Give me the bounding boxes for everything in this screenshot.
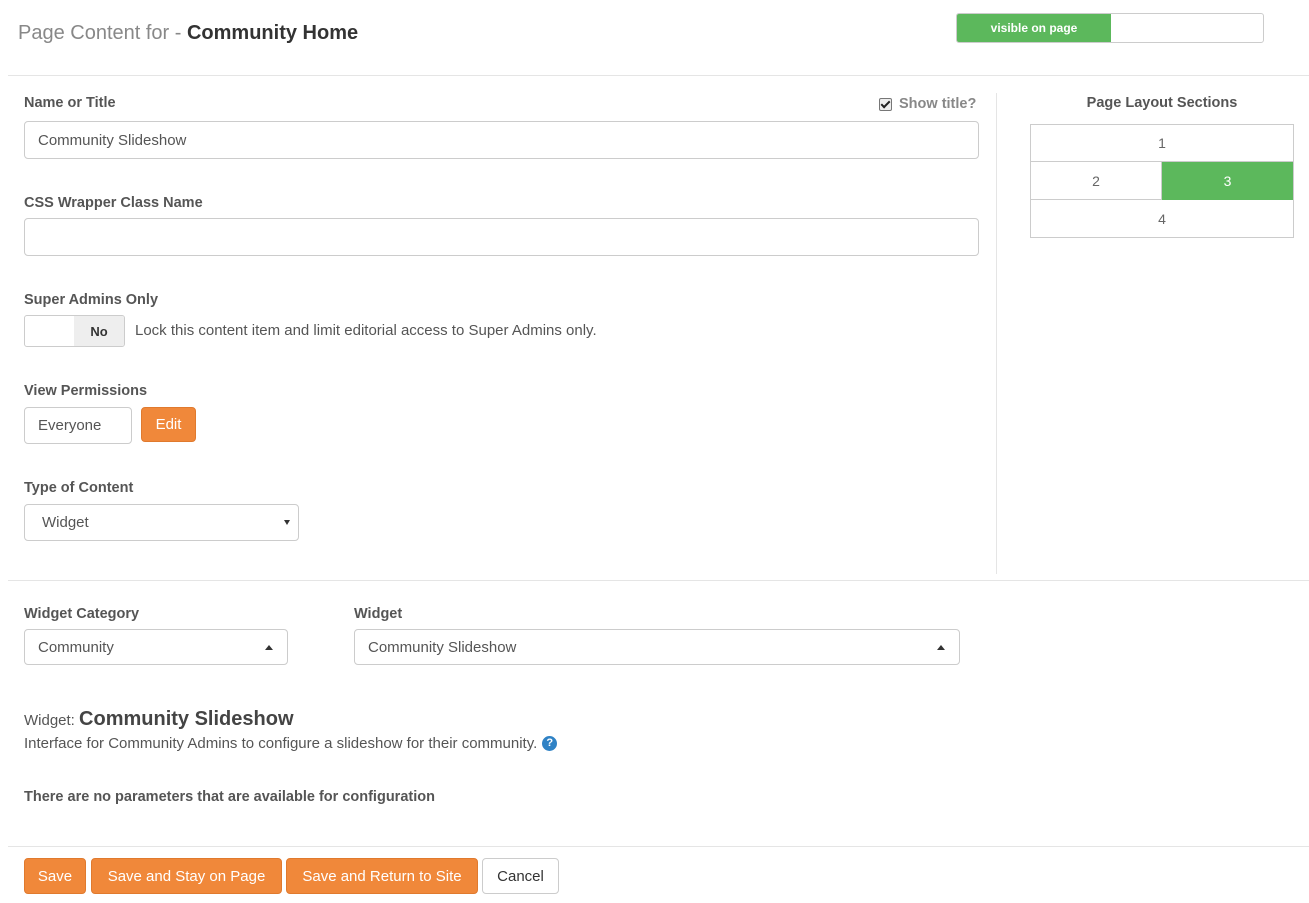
content-type-select[interactable]: Widget (24, 504, 299, 541)
widget-category-label: Widget Category (24, 606, 140, 622)
layout-section-2[interactable]: 2 (1031, 162, 1162, 200)
header-divider (8, 75, 1309, 76)
super-admins-switch[interactable]: No (24, 315, 125, 347)
save-button[interactable]: Save (24, 858, 86, 894)
layout-section-3[interactable]: 3 (1162, 162, 1293, 200)
content-type-label: Type of Content (24, 480, 134, 496)
save-and-stay-button[interactable]: Save and Stay on Page (91, 858, 282, 894)
dropdown-caret-icon (937, 644, 945, 650)
view-permissions-field: Everyone (24, 407, 132, 444)
super-admins-switch-state: No (74, 316, 124, 346)
show-title-toggle[interactable]: Show title? (879, 96, 976, 112)
dropdown-caret-icon (265, 644, 273, 650)
no-parameters-message: There are no parameters that are availab… (24, 789, 435, 805)
widget-label: Widget (354, 606, 403, 622)
page-title: Page Content for - Community Home (18, 22, 358, 45)
name-label: Name or Title (24, 95, 116, 111)
page-title-prefix: Page Content for - (18, 22, 187, 44)
layout-title: Page Layout Sections (1086, 95, 1238, 111)
super-admins-description: Lock this content item and limit editori… (135, 322, 597, 339)
visibility-toggle[interactable]: visible on page (956, 13, 1264, 43)
show-title-checkbox[interactable] (879, 97, 892, 111)
section-divider (8, 580, 1309, 581)
view-permissions-label: View Permissions (24, 383, 148, 399)
visibility-toggle-label: visible on page (957, 14, 1111, 42)
name-input[interactable] (24, 121, 979, 159)
widget-select-value: Community Slideshow (368, 638, 517, 656)
widget-category-select[interactable]: Community (24, 629, 288, 665)
layout-section-1[interactable]: 1 (1031, 125, 1293, 162)
content-type-value: Widget (42, 514, 89, 531)
cancel-button[interactable]: Cancel (482, 858, 559, 894)
widget-category-value: Community (38, 638, 114, 656)
layout-section-4[interactable]: 4 (1031, 200, 1293, 237)
help-icon[interactable]: ? (542, 736, 558, 751)
footer-divider (8, 846, 1309, 847)
save-and-return-button[interactable]: Save and Return to Site (286, 858, 478, 894)
super-admins-label: Super Admins Only (24, 292, 159, 308)
widget-heading: Widget: Community Slideshow (24, 708, 294, 731)
panel-divider (996, 93, 997, 574)
show-title-label: Show title? (899, 96, 977, 112)
widget-select[interactable]: Community Slideshow (354, 629, 960, 665)
layout-sections-grid: 1 2 3 4 (1030, 124, 1294, 238)
page-name: Community Home (186, 22, 359, 44)
css-class-label: CSS Wrapper Class Name (24, 195, 203, 211)
widget-description-row: Interface for Community Admins to config… (24, 735, 558, 752)
widget-heading-prefix: Widget: (24, 712, 80, 729)
css-class-input[interactable] (24, 218, 979, 256)
dropdown-caret-icon (284, 520, 290, 525)
view-permissions-value: Everyone (38, 417, 102, 434)
widget-description: Interface for Community Admins to config… (24, 735, 538, 752)
edit-permissions-button[interactable]: Edit (141, 407, 196, 442)
widget-heading-name: Community Slideshow (79, 708, 294, 730)
